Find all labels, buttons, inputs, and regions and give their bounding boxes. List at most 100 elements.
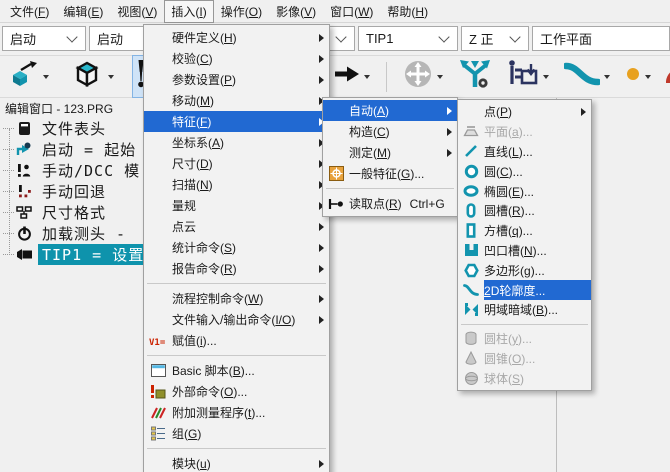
axis-combo[interactable]: Z 正 <box>461 26 529 51</box>
menu-item-constructed[interactable]: 构造(C) <box>323 121 457 142</box>
submenu-arrow-icon <box>319 76 324 84</box>
menu-item-assignment[interactable]: V1=赋值(i)... <box>144 330 329 351</box>
menu-item-feature[interactable]: 特征(F) <box>144 111 329 132</box>
menu-item-body: 组(G) <box>172 423 329 444</box>
arc-icon <box>666 64 670 89</box>
auto-submenu: 点(P)平面(a)...直线(L)...圆(C)...椭圆(E)...圆槽(R)… <box>457 99 592 391</box>
toolbar-group-right <box>331 56 670 97</box>
menu-item-circle[interactable]: 圆(C)... <box>458 161 591 181</box>
menu-item-statistic-command[interactable]: 统计命令(S) <box>144 237 329 258</box>
menu-item-body: 椭圆(E)... <box>484 181 591 201</box>
menu-item-gutter <box>144 69 172 90</box>
menu-item-point[interactable]: 点(P) <box>458 102 591 122</box>
menu-item-basic-script[interactable]: Basic 脚本(B)... <box>144 360 329 381</box>
dropdown-caret-icon[interactable] <box>43 75 49 79</box>
menu-item-label: 移动(M) <box>172 92 214 109</box>
menu-item-gutter <box>144 27 172 48</box>
start-combo-1[interactable]: 启动 <box>2 26 86 51</box>
menu-item-label: 多边形(g)... <box>484 262 545 279</box>
menu-item-external-command[interactable]: 外部命令(O)... <box>144 381 329 402</box>
menu-item-move[interactable]: 移动(M) <box>144 90 329 111</box>
menu-item-pointcloud[interactable]: 点云 <box>144 216 329 237</box>
menu-item-label: 测定(M) <box>349 144 391 161</box>
menu-item-hardware-definition[interactable]: 硬件定义(H) <box>144 27 329 48</box>
dropdown-caret-icon[interactable] <box>437 75 443 79</box>
menu-item-square-slot[interactable]: 方槽(q)... <box>458 221 591 241</box>
tip-combo[interactable]: TIP1 <box>358 26 458 51</box>
menubar-item-insert[interactable]: 插入(I) <box>164 0 213 23</box>
menu-item-body: 2D轮廓度... <box>484 280 591 300</box>
menu-item-alignment[interactable]: 坐标系(A) <box>144 132 329 153</box>
menu-item-line[interactable]: 直线(L)... <box>458 142 591 162</box>
menubar-item-help[interactable]: 帮助(H) <box>380 0 435 23</box>
submenu-arrow-icon <box>319 55 324 63</box>
menu-item-profile-2d[interactable]: 2D轮廓度... <box>458 280 591 300</box>
dropdown-caret-icon[interactable] <box>108 75 114 79</box>
menu-item-report-command[interactable]: 报告命令(R) <box>144 258 329 279</box>
menu-item-calibration[interactable]: 校验(C) <box>144 48 329 69</box>
menu-item-body: 直线(L)... <box>484 142 591 162</box>
menu-item-gutter <box>144 216 172 237</box>
dropdown-caret-icon[interactable] <box>604 75 610 79</box>
group-icon <box>144 423 172 444</box>
menu-item-label: 统计命令(S) <box>172 239 236 256</box>
menubar-item-operate[interactable]: 操作(O) <box>214 0 269 23</box>
menu-item-dimension[interactable]: 尺寸(D) <box>144 153 329 174</box>
menu-item-generic-feature[interactable]: 一般特征(G)... <box>323 163 457 184</box>
menu-item-label: 圆柱(y)... <box>484 330 532 347</box>
menubar-item-image[interactable]: 影像(V) <box>269 0 323 23</box>
menu-item-measured[interactable]: 测定(M) <box>323 142 457 163</box>
menu-item-ellipse[interactable]: 椭圆(E)... <box>458 181 591 201</box>
view-orientation-button[interactable] <box>67 55 117 98</box>
tree-item-label: TIP1 = 设置 <box>38 244 148 265</box>
menu-item-gutter <box>144 132 172 153</box>
menu-item-parameter-settings[interactable]: 参数设置(P) <box>144 69 329 90</box>
menu-item-flow-control-command[interactable]: 流程控制命令(W) <box>144 288 329 309</box>
auto-arc-button[interactable] <box>663 60 670 93</box>
menu-item-label: 尺寸(D) <box>172 155 213 172</box>
execute-button[interactable] <box>331 61 373 92</box>
submenu-arrow-icon <box>319 316 324 324</box>
menu-item-attached-part-program[interactable]: 附加测量程序(t)... <box>144 402 329 423</box>
scan-button[interactable] <box>561 57 613 96</box>
menu-item-blob[interactable]: 明域暗域(B)... <box>458 300 591 320</box>
auto-point-button[interactable] <box>622 62 654 91</box>
menu-item-body: 测定(M) <box>349 142 457 163</box>
menu-item-label: 组(G) <box>172 425 201 442</box>
menu-item-auto[interactable]: 自动(A) <box>323 100 457 121</box>
menu-item-body: 统计命令(S) <box>172 237 329 258</box>
submenu-arrow-icon <box>319 34 324 42</box>
menu-item-notch-slot[interactable]: 凹口槽(N)... <box>458 241 591 261</box>
dropdown-caret-icon[interactable] <box>543 75 549 79</box>
notch-icon <box>458 241 484 261</box>
translate-mode-button[interactable] <box>6 56 52 97</box>
menu-item-gage[interactable]: 量规 <box>144 195 329 216</box>
probe-changer-button[interactable] <box>455 55 495 98</box>
menu-item-module[interactable]: 模块(u) <box>144 453 329 472</box>
submenu-arrow-icon <box>319 265 324 273</box>
menubar-item-file[interactable]: 文件(F) <box>3 0 56 23</box>
dropdown-caret-icon[interactable] <box>645 75 651 79</box>
menu-item-scan[interactable]: 扫描(N) <box>144 174 329 195</box>
menu-item-read-point[interactable]: 读取点(R)Ctrl+G <box>323 193 457 214</box>
menu-item-gutter <box>144 288 172 309</box>
menu-item-label: 模块(u) <box>172 455 211 472</box>
menubar-item-edit[interactable]: 编辑(E) <box>56 0 110 23</box>
dropdown-caret-icon[interactable] <box>364 75 370 79</box>
menu-item-body: 尺寸(D) <box>172 153 329 174</box>
workplane-field[interactable]: 工作平面 <box>532 26 670 51</box>
menubar-item-view[interactable]: 视图(V) <box>110 0 164 23</box>
menu-item-gutter <box>144 174 172 195</box>
probe-utilities-button[interactable] <box>504 55 552 98</box>
menu-item-gutter <box>144 309 172 330</box>
menubar: 文件(F)编辑(E)视图(V)插入(I)操作(O)影像(V)窗口(W)帮助(H) <box>0 0 670 23</box>
menu-item-group[interactable]: 组(G) <box>144 423 329 444</box>
menu-item-file-io-command[interactable]: 文件输入/输出命令(I/O) <box>144 309 329 330</box>
jog-box-button <box>400 55 446 98</box>
submenu-arrow-icon <box>319 295 324 303</box>
menu-item-round-slot[interactable]: 圆槽(R)... <box>458 201 591 221</box>
loadprobe-icon <box>15 226 33 241</box>
menu-item-polygon[interactable]: 多边形(g)... <box>458 260 591 280</box>
menu-item-label: 球体(S) <box>484 370 524 387</box>
menubar-item-window[interactable]: 窗口(W) <box>323 0 380 23</box>
